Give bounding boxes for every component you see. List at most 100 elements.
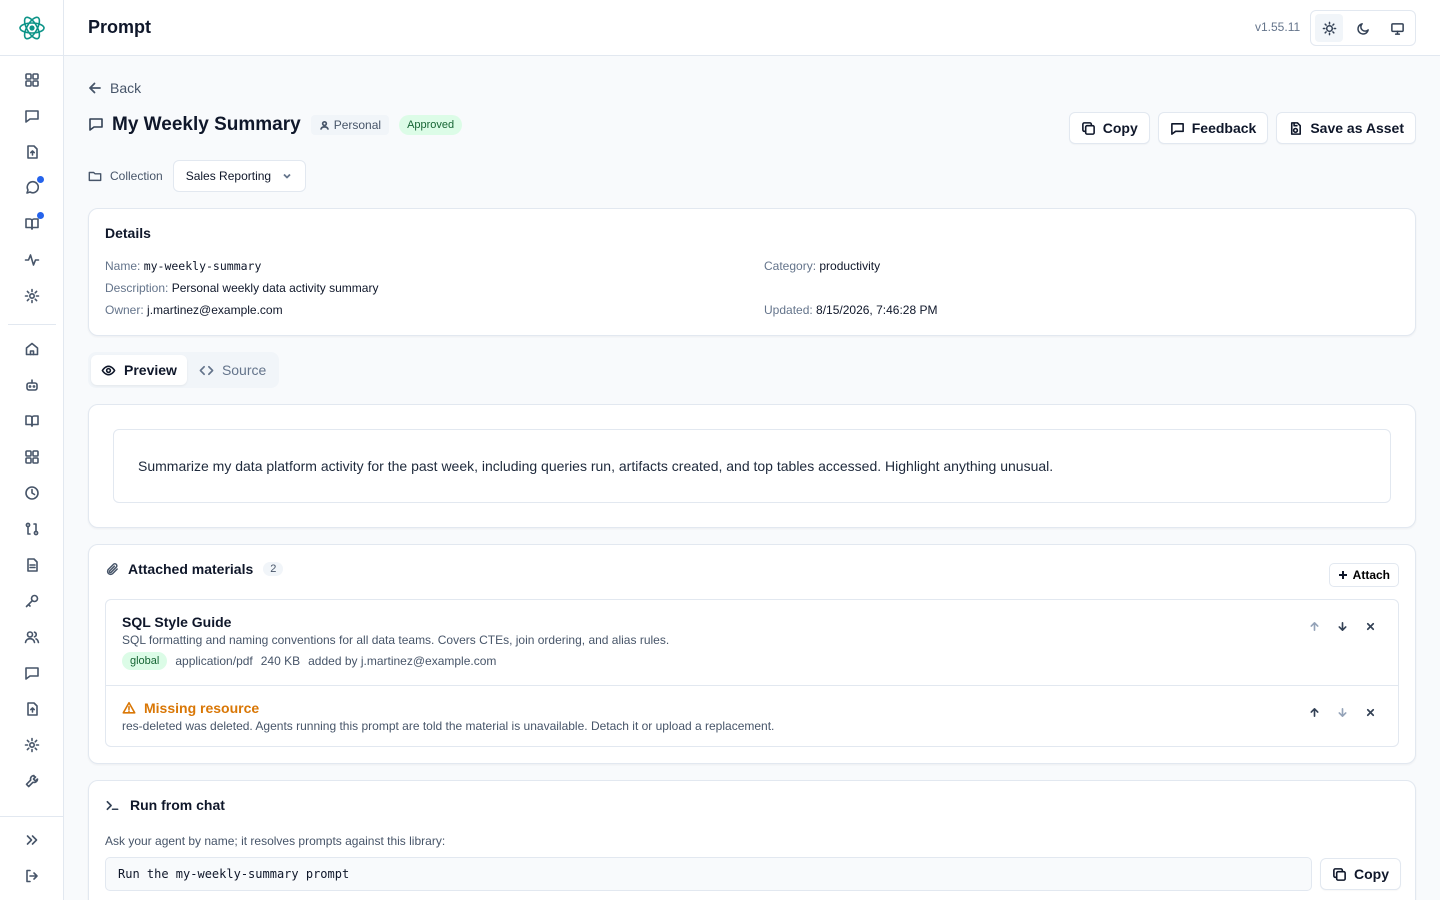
main-content: Back My Weekly Summary Personal Approved… <box>64 56 1440 900</box>
attachments-header: Attached materials 2 <box>105 561 284 577</box>
copy-command-label: Copy <box>1354 866 1389 882</box>
material-size: 240 KB <box>260 654 301 668</box>
sidebar-item-upload[interactable] <box>20 140 44 164</box>
sun-icon <box>1322 21 1336 35</box>
detach-button[interactable] <box>1362 704 1378 720</box>
attach-button[interactable]: Attach <box>1328 563 1399 587</box>
app-title: Prompt <box>88 17 151 37</box>
copy-command-button[interactable]: Copy <box>1320 858 1401 890</box>
light-theme-button[interactable] <box>1315 14 1343 42</box>
sidebar-item-compare[interactable] <box>20 517 44 541</box>
material-controls <box>1306 618 1378 634</box>
collection-select[interactable]: Sales Reporting <box>172 160 307 192</box>
run-hint: Ask your agent by name; it resolves prom… <box>105 834 446 848</box>
run-command[interactable]: Run the my-weekly-summary prompt <box>105 857 1312 891</box>
tab-source-label: Source <box>221 362 267 378</box>
version-label: v1.55.11 <box>1255 20 1301 34</box>
details-heading: Details <box>105 225 151 241</box>
detail-updated-value: 8/15/2026, 7:46:28 PM <box>816 303 938 317</box>
prompt-preview-text: Summarize my data platform activity for … <box>113 429 1391 503</box>
sidebar-item-docs[interactable] <box>20 409 44 433</box>
detail-name-key: Name: <box>105 259 141 273</box>
detail-name-value: my-weekly-summary <box>143 259 262 273</box>
tab-preview-label: Preview <box>124 362 177 378</box>
plus-icon <box>1338 571 1347 579</box>
sidebar <box>0 0 64 900</box>
sidebar-item-admin-settings[interactable] <box>20 733 44 757</box>
code-icon <box>199 365 214 375</box>
move-down-button[interactable] <box>1334 618 1350 634</box>
detail-description-key: Description: <box>105 281 169 295</box>
sidebar-item-chat[interactable] <box>20 176 44 200</box>
collection-select-value: Sales Reporting <box>185 169 272 183</box>
sidebar-item-import[interactable] <box>20 697 44 721</box>
copy-button-label: Copy <box>1102 120 1138 136</box>
book-icon <box>25 415 39 427</box>
sidebar-item-dashboard[interactable] <box>20 68 44 92</box>
gear-icon <box>24 737 40 753</box>
sidebar-expand-button[interactable] <box>20 828 44 852</box>
notification-dot <box>37 176 44 183</box>
detail-category-key: Category: <box>764 259 817 273</box>
dark-theme-button[interactable] <box>1349 14 1377 42</box>
move-up-button[interactable] <box>1306 704 1322 720</box>
detail-owner-key: Owner: <box>105 303 144 317</box>
sidebar-item-apps[interactable] <box>20 445 44 469</box>
sidebar-item-messages[interactable] <box>20 104 44 128</box>
move-up-button[interactable] <box>1306 618 1322 634</box>
file-upload-icon <box>27 702 38 716</box>
sidebar-item-users[interactable] <box>20 625 44 649</box>
message-square-icon <box>88 116 104 135</box>
arrow-left-icon <box>89 82 101 94</box>
sidebar-item-tools[interactable] <box>20 769 44 793</box>
tab-preview[interactable]: Preview <box>91 355 187 385</box>
arrow-down-icon <box>1337 707 1347 717</box>
material-mime: application/pdf <box>175 654 253 668</box>
sidebar-item-keys[interactable] <box>20 589 44 613</box>
material-meta: global application/pdf 240 KB added by j… <box>122 652 496 670</box>
app-logo-icon[interactable] <box>16 13 48 43</box>
save-as-asset-button[interactable]: Save as Asset <box>1276 112 1416 144</box>
sidebar-item-files[interactable] <box>20 553 44 577</box>
sidebar-item-home[interactable] <box>20 337 44 361</box>
file-upload-icon <box>27 145 38 159</box>
close-icon <box>1366 622 1374 630</box>
clock-icon <box>25 486 39 500</box>
bot-icon <box>26 379 38 391</box>
preview-card: Summarize my data platform activity for … <box>88 404 1416 528</box>
sidebar-item-agents[interactable] <box>20 373 44 397</box>
folder-icon <box>88 171 102 182</box>
material-title: SQL Style Guide <box>122 614 232 630</box>
detach-button[interactable] <box>1362 618 1378 634</box>
collection-row: Collection Sales Reporting <box>88 160 307 192</box>
message-square-icon <box>25 110 39 123</box>
back-link[interactable]: Back <box>88 80 141 96</box>
sidebar-item-feedback[interactable] <box>20 661 44 685</box>
tab-source[interactable]: Source <box>189 355 276 385</box>
sidebar-item-activity[interactable] <box>20 248 44 272</box>
home-icon <box>25 342 39 356</box>
chevrons-right-icon <box>26 835 38 845</box>
paperclip-icon <box>106 562 118 575</box>
material-description: SQL formatting and naming conventions fo… <box>122 633 670 647</box>
copy-icon <box>1081 121 1095 135</box>
detail-updated-key: Updated: <box>764 303 813 317</box>
header-actions: Copy Feedback Save as Asset <box>1068 112 1416 144</box>
sidebar-item-library[interactable] <box>20 212 44 236</box>
copy-icon <box>1333 867 1346 881</box>
log-out-icon <box>26 869 38 883</box>
details-card: Details Name: my-weekly-summary Descript… <box>88 208 1416 336</box>
attachments-list: SQL Style Guide SQL formatting and namin… <box>105 599 1399 747</box>
feedback-button-label: Feedback <box>1191 120 1257 136</box>
copy-button[interactable]: Copy <box>1068 112 1150 144</box>
system-theme-button[interactable] <box>1383 14 1411 42</box>
wrench-icon <box>25 774 39 788</box>
sidebar-logout-button[interactable] <box>20 864 44 888</box>
prompt-title-row: My Weekly Summary Personal Approved <box>88 114 463 136</box>
sidebar-item-history[interactable] <box>20 481 44 505</box>
material-controls <box>1306 704 1378 720</box>
missing-resource-description: res-deleted was deleted. Agents running … <box>122 719 775 733</box>
sidebar-item-settings[interactable] <box>20 284 44 308</box>
feedback-button[interactable]: Feedback <box>1157 112 1269 144</box>
move-down-button[interactable] <box>1334 704 1350 720</box>
